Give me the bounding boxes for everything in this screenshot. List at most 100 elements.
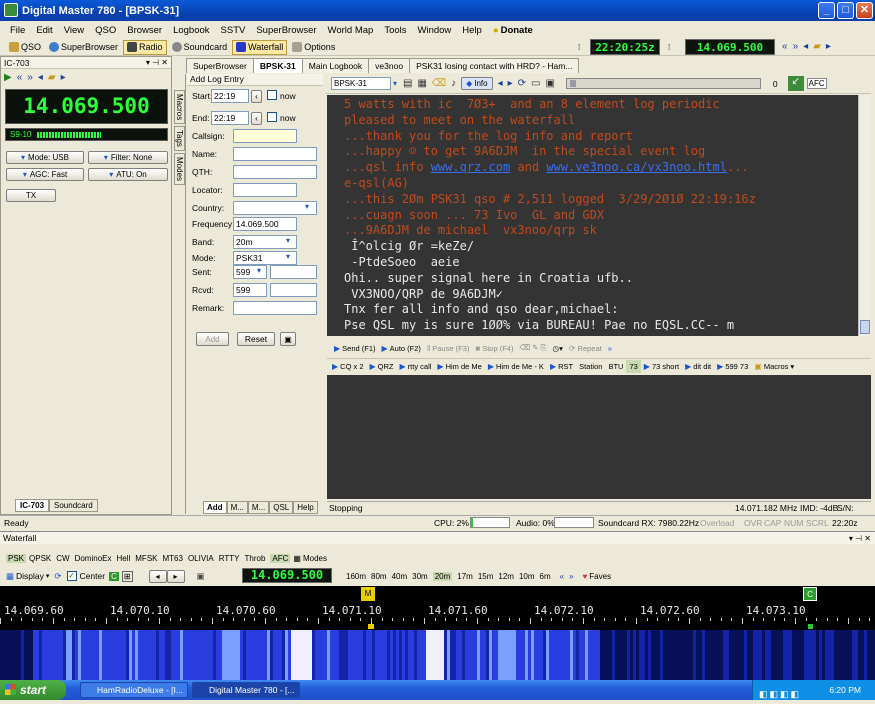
wf-mode-hell[interactable]: Hell [116, 554, 130, 563]
tab-soundcard[interactable]: Soundcard [49, 499, 98, 512]
macro-rtty-call[interactable]: ▶ rtty call [397, 360, 435, 373]
psk-mode-dropdown-icon[interactable]: ▾ [393, 79, 397, 88]
menu-edit[interactable]: Edit [36, 25, 52, 36]
side-tab-tags[interactable]: Tags [174, 126, 185, 152]
end-arrow-button[interactable]: ‹ [251, 112, 262, 125]
wf-options-icon[interactable]: ▣ [197, 571, 205, 582]
callsign-field[interactable] [233, 129, 297, 143]
center-marker-button[interactable]: C [109, 571, 119, 581]
tab-ve3noo[interactable]: ve3noo [368, 58, 411, 73]
band-fast-back-icon[interactable]: « [560, 572, 564, 581]
macro-73[interactable]: 73 [626, 360, 641, 373]
macro-73-short[interactable]: ▶ 73 short [641, 360, 682, 373]
minimize-button[interactable]: _ [818, 2, 835, 19]
reset-button[interactable]: Reset [237, 332, 275, 346]
forward-icon[interactable]: ▸ [826, 41, 831, 52]
tuning-icon[interactable]: ↙ [787, 76, 804, 91]
scrollbar-thumb[interactable] [860, 320, 870, 334]
side-tab-macros[interactable]: Macros [174, 90, 185, 125]
macro-dit-dit[interactable]: ▶ dit dit [682, 360, 714, 373]
afc-toggle[interactable]: AFC [806, 78, 827, 89]
faves-button[interactable]: Faves [589, 572, 611, 581]
fast-forward-icon[interactable]: » [27, 72, 33, 83]
psk-level-slider[interactable] [565, 78, 761, 89]
wf-mode-throb[interactable]: Throb [245, 554, 266, 563]
country-dropdown-icon[interactable]: ▾ [305, 202, 309, 211]
band-30m[interactable]: 30m [412, 572, 428, 581]
tab-bpsk31[interactable]: BPSK-31 [252, 58, 303, 73]
folder-icon[interactable]: ▰ [48, 72, 56, 83]
clear-icon[interactable]: ⌫ [432, 78, 446, 89]
more-icon[interactable]: » [605, 342, 615, 355]
band-80m[interactable]: 80m [371, 572, 387, 581]
menu-tools[interactable]: Tools [384, 25, 406, 36]
remark-field[interactable] [233, 301, 317, 315]
print-icon[interactable]: ▦ [417, 78, 426, 89]
wf-mode-cw[interactable]: CW [56, 554, 69, 563]
wf-mode-mt63[interactable]: MT63 [163, 554, 183, 563]
log-options-icon[interactable]: ▣ [280, 332, 296, 346]
band-6m[interactable]: 6m [540, 572, 551, 581]
prev-icon[interactable]: ◂ [498, 78, 503, 89]
band-40m[interactable]: 40m [392, 572, 408, 581]
toolbar-qso[interactable]: QSO [6, 40, 44, 55]
frequency-field[interactable]: 14.069.500 [233, 217, 297, 231]
band-20m[interactable]: 20m [432, 571, 453, 581]
display-menu[interactable]: ▦ Display ▾ [6, 571, 49, 582]
band-17m[interactable]: 17m [457, 572, 473, 581]
fast-back-icon[interactable]: « [17, 72, 23, 83]
panel-pin-close-icon[interactable]: ▾ ⊣ ✕ [146, 58, 171, 67]
center-checkbox[interactable]: ✓ [66, 571, 77, 581]
start-button[interactable]: start [0, 680, 66, 700]
bottom-tab-qsl[interactable]: QSL [269, 501, 294, 514]
menu-sstv[interactable]: SSTV [221, 25, 246, 36]
bottom-tab-help[interactable]: Help [293, 501, 318, 514]
back-icon[interactable]: ◂ [38, 72, 43, 83]
bottom-tab-m1[interactable]: M... [226, 501, 248, 514]
menu-view[interactable]: View [64, 25, 84, 36]
rcvd-field[interactable]: 599 [233, 283, 267, 297]
rx-scrollbar[interactable] [858, 95, 871, 336]
tx-text-area[interactable] [327, 375, 871, 499]
macro-rst[interactable]: ▶ RST [547, 360, 576, 373]
macro-him-de-me-k[interactable]: ▶ Him de Me - K [485, 360, 547, 373]
toolbar-waterfall[interactable]: Waterfall [232, 39, 288, 55]
macro-qrz[interactable]: ▶ QRZ [367, 360, 397, 373]
menu-window[interactable]: Window [418, 25, 452, 36]
info-button[interactable]: ◆ Info [461, 77, 493, 90]
atu-button[interactable]: ▾ ATU: On [88, 168, 168, 181]
tab-psk31-forum[interactable]: PSK31 losing contact with HRD? - Ham... [409, 58, 580, 73]
mode-button[interactable]: ▾ Mode: USB [6, 151, 84, 164]
filter-button[interactable]: ▾ Filter: None [88, 151, 168, 164]
stop-button[interactable]: ■ Stop (F4) [472, 342, 516, 355]
waterfall-pin-close-icon[interactable]: ▾ ⊣ ✕ [849, 534, 875, 543]
rx-text-area[interactable]: 5 watts with ic 7Ø3+ and an 8 element lo… [327, 95, 858, 336]
tx-button[interactable]: TX [6, 189, 56, 202]
rcvd-extra-field[interactable] [270, 283, 317, 297]
toolbar-superbrowser[interactable]: SuperBrowser [46, 40, 121, 55]
wf-mode-rtty[interactable]: RTTY [219, 554, 240, 563]
side-tab-modes[interactable]: Modes [174, 153, 185, 186]
auto-button[interactable]: ▶ Auto (F2) [379, 342, 424, 355]
macro-him-de-me[interactable]: ▶ Him de Me [434, 360, 484, 373]
start-time-field[interactable]: 22:19 [211, 89, 249, 103]
psk-mode-select[interactable]: BPSK-31 [331, 77, 391, 90]
macro-station[interactable]: Station [576, 360, 605, 373]
locator-field[interactable] [233, 183, 297, 197]
toolbar-soundcard[interactable]: Soundcard [169, 40, 231, 55]
close-button[interactable]: ✕ [856, 2, 873, 19]
wf-scope-icon[interactable]: ⊞ [121, 570, 133, 582]
wf-mode-psk[interactable]: PSK [6, 553, 27, 563]
start-arrow-button[interactable]: ‹ [251, 90, 262, 103]
mode-dropdown-icon[interactable]: ▾ [286, 252, 290, 261]
taskbar-hamradiodeluxe[interactable]: HamRadioDeluxe - [I... [80, 682, 188, 698]
refresh-icon[interactable]: ⟳ [518, 78, 526, 89]
rx-link[interactable]: www.ve3noo.ca/vx3noo.html [546, 160, 727, 174]
menu-logbook[interactable]: Logbook [173, 25, 209, 36]
band-12m[interactable]: 12m [498, 572, 514, 581]
wf-right-button[interactable]: ▸ [166, 569, 185, 583]
save-icon[interactable]: ▤ [403, 78, 412, 89]
next-icon[interactable]: ▸ [508, 78, 513, 89]
timer-icon[interactable]: ◷▾ [550, 342, 566, 355]
tab-ic703[interactable]: IC-703 [15, 499, 50, 512]
